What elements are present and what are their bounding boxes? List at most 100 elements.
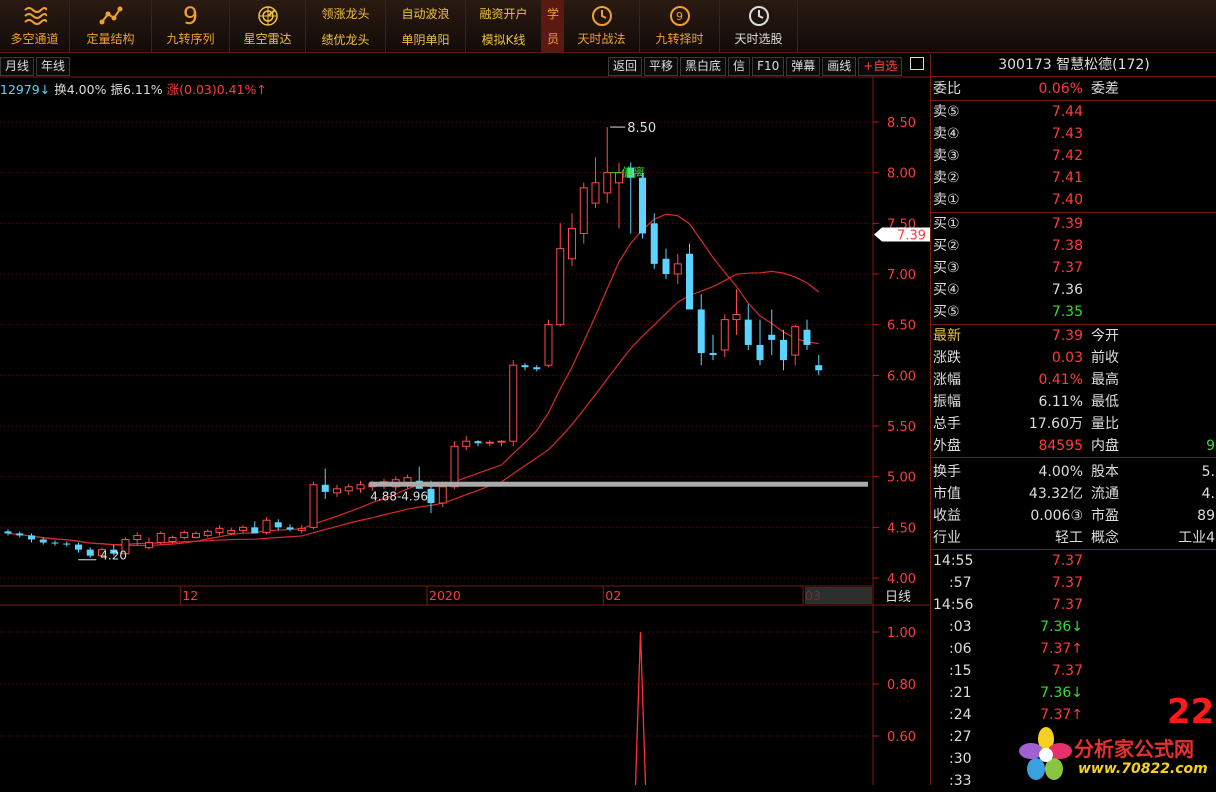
toolbar-button-jiuzhuanzeshi[interactable]: 9 九转择时 bbox=[640, 0, 720, 52]
ask-row: 卖④ 7.43 bbox=[931, 123, 1216, 145]
stat-value: 6.11% bbox=[1038, 394, 1083, 410]
stat-label-2: 流通 bbox=[1091, 486, 1119, 502]
stat-row: 外盘 84595 内盘 9 bbox=[931, 435, 1216, 457]
bid-row: 买⑤ 7.35 bbox=[931, 301, 1216, 323]
stat-value: 43.32亿 bbox=[1028, 486, 1083, 502]
tick-time: :15 bbox=[949, 663, 972, 679]
candle-body-up bbox=[462, 440, 471, 447]
nine-clock-icon: 9 bbox=[669, 5, 691, 27]
stat-label-2: 股本 bbox=[1091, 464, 1119, 480]
candle-body-down bbox=[686, 253, 693, 310]
x-tick-label: 12 bbox=[182, 588, 198, 603]
stat-label: 振幅 bbox=[933, 394, 961, 410]
tick-price: 7.37 bbox=[1051, 597, 1083, 613]
range-bar bbox=[369, 481, 868, 487]
stat-row: 涨幅 0.41% 最高 bbox=[931, 369, 1216, 391]
candle-body-down bbox=[744, 319, 752, 345]
toolbar-button-zidongbolang[interactable]: 自动波浪 bbox=[401, 5, 449, 22]
tick-price: 7.37 bbox=[1051, 575, 1083, 591]
tick-time: :21 bbox=[949, 685, 972, 701]
candle-body-up bbox=[732, 314, 741, 321]
y-tick-label: 6.50 bbox=[887, 319, 916, 334]
toolbar-button-xueyuan[interactable]: 学 员 bbox=[542, 0, 564, 52]
ask-row: 卖① 7.40 bbox=[931, 189, 1216, 211]
period-label[interactable]: 日线 bbox=[885, 590, 911, 605]
ask-level-label: 卖① bbox=[933, 192, 960, 208]
stat-value: 0.006③ bbox=[1030, 508, 1083, 524]
x-scroll-thumb[interactable] bbox=[805, 587, 872, 604]
y-tick-label: 4.00 bbox=[887, 572, 916, 587]
y-tick-label: 7.00 bbox=[887, 268, 916, 283]
toolbar-button-tianshixuangu[interactable]: 天时选股 bbox=[720, 0, 798, 52]
range-label: 4.88-4.96 bbox=[370, 490, 428, 504]
watermark-text: 分析家公式网 bbox=[1074, 737, 1194, 761]
candle-body-down bbox=[4, 531, 12, 534]
bid-row: 买② 7.38 bbox=[931, 235, 1216, 257]
toolbar-button-xingkong[interactable]: 星空雷达 bbox=[230, 0, 306, 52]
bid-row: 买① 7.39 bbox=[931, 213, 1216, 235]
ask-price: 7.44 bbox=[1051, 104, 1083, 120]
candle-body-down bbox=[86, 549, 94, 556]
low-label: 4.20 bbox=[100, 549, 127, 563]
stat-label: 市值 bbox=[933, 486, 961, 502]
candle-body-up bbox=[791, 326, 800, 356]
bid-level-label: 买⑤ bbox=[933, 304, 960, 320]
toolbar-button-jiuzhuan[interactable]: 9 九转序列 bbox=[152, 0, 230, 52]
candle-body-up bbox=[673, 263, 682, 275]
candle-body-up bbox=[603, 172, 612, 194]
toolbar-button-dingliang[interactable]: 定量结构 bbox=[70, 0, 152, 52]
toolbar-button-lingzhang[interactable]: 领涨龙头 bbox=[321, 5, 369, 22]
ask-level-label: 卖④ bbox=[933, 126, 960, 142]
toolbar-button-danyin[interactable]: 单阴单阳 bbox=[401, 31, 449, 48]
signal-spike bbox=[634, 631, 647, 785]
tick-time: 14:56 bbox=[933, 597, 974, 613]
candle-body-down bbox=[650, 223, 658, 264]
bid-level-label: 买③ bbox=[933, 260, 960, 276]
toolbar-button-tianshi[interactable]: 天时战法 bbox=[564, 0, 640, 52]
ma-line-long bbox=[7, 270, 820, 546]
tick-price: 7.37 bbox=[1051, 553, 1083, 569]
candle-body-down bbox=[286, 527, 294, 530]
candle-body-up bbox=[156, 532, 165, 544]
ask-row: 卖③ 7.42 bbox=[931, 145, 1216, 167]
stock-title: 300173 智慧松德(172) bbox=[931, 54, 1216, 77]
toolbar-button-jiyou[interactable]: 绩优龙头 bbox=[321, 31, 369, 48]
stat-label-2: 概念 bbox=[1091, 530, 1119, 546]
candle-body-down bbox=[815, 365, 823, 371]
stat-label: 总手 bbox=[933, 416, 961, 432]
candle-body-down bbox=[75, 544, 82, 550]
candle-body-up bbox=[215, 527, 224, 533]
candle-body-down bbox=[756, 344, 764, 361]
weibi-value: 0.06% bbox=[1038, 81, 1083, 97]
candle-body-up bbox=[227, 529, 236, 534]
tick-row: 14:55 7.37 bbox=[931, 550, 1216, 572]
toolbar-button-duokong[interactable]: 多空通道 bbox=[0, 0, 70, 52]
bid-price: 7.38 bbox=[1051, 238, 1083, 254]
candle-body-up bbox=[720, 319, 729, 351]
candle-body-up bbox=[168, 536, 177, 543]
clock-icon bbox=[591, 5, 613, 27]
stat-row: 涨跌 0.03 前收 bbox=[931, 347, 1216, 369]
candle-body-down bbox=[274, 522, 282, 528]
toolbar-button-rongzi[interactable]: 融资开户 bbox=[479, 5, 527, 22]
y-tick-label: 8.50 bbox=[887, 116, 916, 131]
bid-level-label: 买② bbox=[933, 238, 960, 254]
candle-body-up bbox=[344, 486, 353, 492]
candle-body-up bbox=[192, 532, 200, 538]
x-tick-label: 02 bbox=[605, 588, 621, 603]
ask-price: 7.43 bbox=[1051, 126, 1083, 142]
ask-row: 卖⑤ 7.44 bbox=[931, 101, 1216, 123]
separator bbox=[931, 457, 1216, 458]
high-label: 8.50 bbox=[627, 121, 656, 136]
candle-body-down bbox=[662, 258, 670, 274]
candlestick-chart[interactable]: 8.508.007.507.006.506.005.505.004.504.00… bbox=[0, 54, 930, 785]
stat-label: 行业 bbox=[933, 530, 961, 546]
watermark-logo: 分析家公式网 www.70822.com bbox=[1016, 725, 1216, 785]
tick-row: :03 7.36↓ bbox=[931, 616, 1216, 638]
tick-row: :57 7.37 bbox=[931, 572, 1216, 594]
stat-row: 收益 0.006③ 市盈 89 bbox=[931, 505, 1216, 527]
stat-value: 0.41% bbox=[1038, 372, 1083, 388]
weibi-label: 委比 bbox=[933, 81, 961, 97]
toolbar-pair-bolang: 自动波浪 单阴单阳 bbox=[386, 0, 466, 52]
toolbar-button-moni[interactable]: 模拟K线 bbox=[482, 31, 526, 48]
